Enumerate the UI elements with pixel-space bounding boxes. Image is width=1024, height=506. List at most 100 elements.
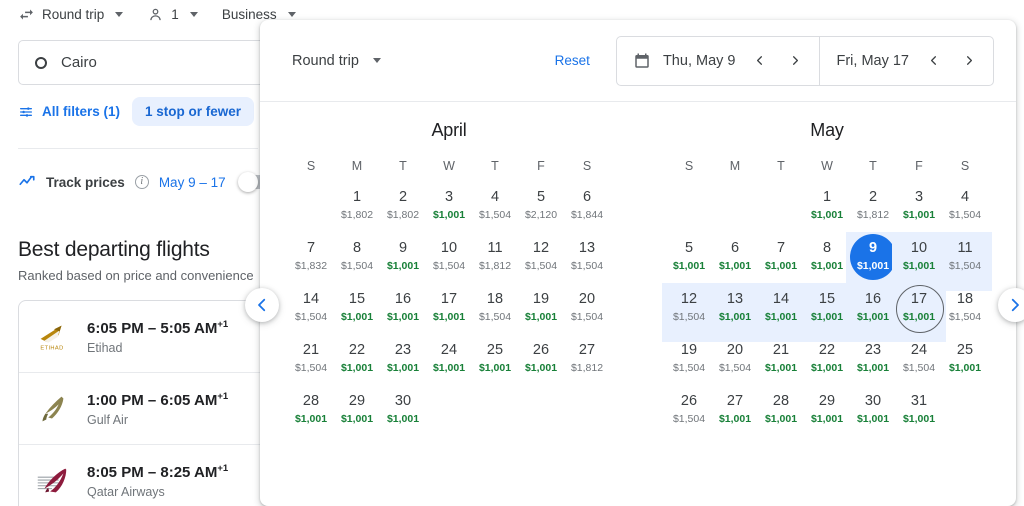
day-cell[interactable]: 10 $1,504 [426, 234, 472, 285]
day-cell[interactable]: 20 $1,504 [564, 285, 610, 336]
day-cell[interactable]: 24 $1,504 [896, 336, 942, 387]
day-cell[interactable]: 23 $1,001 [850, 336, 896, 387]
day-cell[interactable]: 4 $1,504 [472, 183, 518, 234]
next-dates-button[interactable] [998, 288, 1024, 322]
plus-days: +1 [217, 390, 229, 402]
day-number: 3 [914, 189, 924, 205]
all-filters-button[interactable]: All filters (1) [18, 104, 120, 120]
passengers-selector[interactable]: 1 [147, 6, 208, 23]
day-number: 16 [864, 291, 882, 307]
day-cell[interactable]: 31 $1,001 [896, 387, 942, 438]
day-cell[interactable]: 6 $1,001 [712, 234, 758, 285]
day-cell[interactable]: 21 $1,001 [758, 336, 804, 387]
day-cell[interactable]: 12 $1,504 [518, 234, 564, 285]
day-cell[interactable]: 8 $1,001 [804, 234, 850, 285]
day-cell[interactable]: 17 $1,001 [892, 283, 946, 342]
day-cell[interactable]: 14 $1,001 [754, 283, 808, 342]
day-cell[interactable]: 11 $1,812 [472, 234, 518, 285]
day-cell[interactable]: 1 $1,001 [804, 183, 850, 234]
day-cell[interactable]: 21 $1,504 [288, 336, 334, 387]
day-cell[interactable]: 16 $1,001 [380, 285, 426, 336]
day-cell[interactable]: 26 $1,504 [666, 387, 712, 438]
day-number: 1 [822, 189, 832, 205]
day-cell[interactable]: 15 $1,001 [800, 283, 854, 342]
day-cell[interactable]: 13 $1,504 [564, 234, 610, 285]
day-cell[interactable]: 22 $1,001 [804, 336, 850, 387]
day-cell[interactable]: 14 $1,504 [288, 285, 334, 336]
day-cell[interactable]: 26 $1,001 [518, 336, 564, 387]
day-cell[interactable]: 2 $1,812 [850, 183, 896, 234]
day-cell[interactable]: 2 $1,802 [380, 183, 426, 234]
best-flights-subtitle: Ranked based on price and convenience i [18, 268, 275, 283]
day-cell[interactable]: 18 $1,504 [472, 285, 518, 336]
day-cell[interactable]: 29 $1,001 [804, 387, 850, 438]
return-date-cell[interactable]: Fri, May 17 [819, 36, 993, 85]
day-cell[interactable]: 30 $1,001 [380, 387, 426, 438]
return-date-text: Fri, May 17 [836, 52, 909, 69]
day-price: $1,504 [294, 362, 328, 374]
day-cell[interactable]: 25 $1,001 [472, 336, 518, 387]
day-cell[interactable]: 6 $1,844 [564, 183, 610, 234]
day-cell[interactable]: 3 $1,001 [896, 183, 942, 234]
panel-trip-type-selector[interactable]: Round trip [292, 53, 381, 69]
day-cell[interactable]: 1 $1,802 [334, 183, 380, 234]
day-cell[interactable]: 7 $1,832 [288, 234, 334, 285]
plus-days: +1 [217, 318, 229, 330]
day-cell[interactable]: 16 $1,001 [846, 283, 900, 342]
week-row: 5 $1,001 6 $1,001 7 $1,001 8 $1,001 9 $1,001 10 $1,… [666, 232, 992, 291]
trip-type-selector[interactable]: Round trip [18, 6, 133, 23]
day-number: 18 [486, 291, 504, 307]
day-price: $1,001 [856, 413, 890, 425]
day-cell[interactable]: 5 $2,120 [518, 183, 564, 234]
day-cell[interactable]: 24 $1,001 [426, 336, 472, 387]
day-cell[interactable]: 4 $1,504 [942, 183, 988, 234]
day-cell[interactable]: 15 $1,001 [334, 285, 380, 336]
day-cell[interactable]: 10 $1,001 [892, 232, 946, 291]
day-cell[interactable]: 17 $1,001 [426, 285, 472, 336]
info-icon[interactable]: i [134, 175, 149, 189]
day-cell[interactable]: 11 $1,504 [938, 232, 992, 291]
day-cell[interactable]: 22 $1,001 [334, 336, 380, 387]
best-flights-title: Best departing flights [18, 238, 210, 261]
day-cell[interactable]: 29 $1,001 [334, 387, 380, 438]
panel-trip-type-label: Round trip [292, 52, 359, 69]
day-cell[interactable]: 25 $1,001 [942, 336, 988, 387]
calendar-icon [633, 52, 651, 70]
day-price: $1,001 [340, 413, 374, 425]
day-cell[interactable]: 9 $1,001 [846, 232, 900, 291]
return-prev-day-button[interactable] [921, 46, 945, 76]
day-price: $1,844 [570, 209, 604, 221]
day-cell[interactable]: 9 $1,001 [380, 234, 426, 285]
day-cell[interactable]: 18 $1,504 [942, 285, 988, 336]
day-cell-empty [758, 183, 804, 234]
day-cell[interactable]: 7 $1,001 [758, 234, 804, 285]
day-number: 15 [348, 291, 366, 307]
day-cell[interactable]: 3 $1,001 [426, 183, 472, 234]
departure-date-cell[interactable]: Thu, May 9 [617, 37, 820, 85]
day-cell[interactable]: 8 $1,504 [334, 234, 380, 285]
day-cell[interactable]: 19 $1,001 [518, 285, 564, 336]
day-price: $1,001 [764, 413, 798, 425]
day-cell[interactable]: 20 $1,504 [712, 336, 758, 387]
day-cell[interactable]: 30 $1,001 [850, 387, 896, 438]
previous-dates-button[interactable] [245, 288, 279, 322]
day-cell[interactable]: 13 $1,001 [708, 283, 762, 342]
chip-stops[interactable]: 1 stop or fewer [132, 97, 255, 126]
day-cell[interactable]: 23 $1,001 [380, 336, 426, 387]
day-number: 26 [532, 342, 550, 358]
day-cell[interactable]: 28 $1,001 [288, 387, 334, 438]
weekday-label: T [399, 159, 407, 173]
day-cell[interactable]: 12 $1,504 [662, 283, 716, 342]
day-number: 14 [772, 291, 790, 307]
day-cell[interactable]: 19 $1,504 [666, 336, 712, 387]
departure-prev-day-button[interactable] [747, 46, 771, 76]
day-price: $1,001 [902, 413, 936, 425]
return-next-day-button[interactable] [957, 46, 981, 76]
departure-next-day-button[interactable] [783, 46, 807, 76]
day-cell-empty [942, 387, 988, 438]
day-cell[interactable]: 5 $1,001 [666, 234, 712, 285]
day-cell[interactable]: 28 $1,001 [758, 387, 804, 438]
day-cell[interactable]: 27 $1,001 [712, 387, 758, 438]
reset-button[interactable]: Reset [555, 53, 616, 68]
day-cell[interactable]: 27 $1,812 [564, 336, 610, 387]
